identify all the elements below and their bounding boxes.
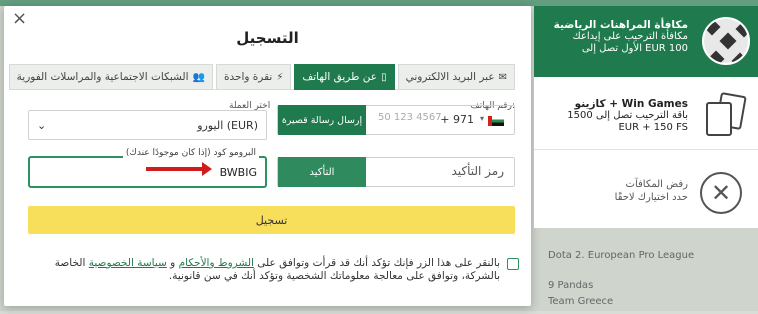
phone-icon: ▯ — [381, 71, 387, 83]
users-icon: 👥 — [192, 71, 205, 83]
decline-bonus-option[interactable]: رفض المكافآت حدد اختيارك لاحقًا ✕ — [534, 158, 758, 224]
sport-bonus-title: مكافأة المراهنات الرياضية — [553, 19, 688, 31]
decline-bonus-title: رفض المكافآت — [625, 179, 688, 190]
uae-flag-icon[interactable] — [488, 116, 504, 126]
email-icon: ✉ — [498, 71, 507, 83]
tab-one-click-label: نقرة واحدة — [223, 71, 273, 83]
casino-bonus-option[interactable]: كازينو + Win Games باقة الترحيب تصل إلى … — [534, 84, 758, 150]
chevron-down-icon[interactable]: ▾ — [480, 114, 484, 123]
registration-tabs: عبر البريد الالكتروني ✉ عن طريق الهاتف ▯… — [8, 64, 515, 90]
register-button[interactable]: تسجيل — [28, 206, 515, 234]
phone-input[interactable]: 50 123 4567 — [378, 112, 470, 123]
close-circle-icon[interactable]: ✕ — [700, 172, 742, 214]
promo-code-value: BWBIG — [219, 166, 257, 179]
casino-bonus-line1: باقة الترحيب تصل إلى 1500 — [567, 110, 688, 121]
sport-bonus-option[interactable]: مكافأة المراهنات الرياضية مكافأة الترحيب… — [534, 6, 758, 77]
background-row: Dota 2. European Pro League — [548, 250, 695, 261]
promo-code-label: البرومو كود (إذا كان موجودًا عندك) — [122, 148, 259, 158]
casino-bonus-line2: EUR + 150 FS — [618, 122, 688, 133]
terms-prefix: بالنقر على هذا الزر فإنك تؤكد أنك قد قرأ… — [257, 257, 500, 269]
promo-code-field[interactable]: البرومو كود (إذا كان موجودًا عندك) BWBIG — [28, 148, 267, 188]
soccer-ball-icon — [702, 17, 750, 65]
currency-select[interactable]: ⌄ اليورو (EUR) — [28, 110, 267, 140]
lightning-icon: ⚡ — [276, 71, 284, 83]
registration-modal: × التسجيل عبر البريد الالكتروني ✉ عن طري… — [4, 6, 531, 306]
terms-text: بالنقر على هذا الزر فإنك تؤكد أنك قد قرأ… — [40, 257, 500, 283]
sport-bonus-text: مكافأة المراهنات الرياضية مكافأة الترحيب… — [538, 19, 688, 55]
tab-phone-label: عن طريق الهاتف — [302, 71, 378, 83]
cards-dice-icon — [706, 92, 747, 138]
tab-phone[interactable]: عن طريق الهاتف ▯ — [294, 64, 395, 90]
tab-email-label: عبر البريد الالكتروني — [405, 71, 495, 83]
modal-title: التسجيل — [236, 29, 299, 47]
red-arrow-annotation — [146, 162, 212, 176]
terms-checkbox[interactable] — [507, 258, 519, 270]
close-icon[interactable]: × — [12, 10, 27, 28]
background-row: Team Greece — [548, 296, 614, 307]
casino-bonus-text: كازينو + Win Games باقة الترحيب تصل إلى … — [538, 98, 688, 134]
send-sms-button[interactable]: إرسال رسالة قصيرة — [278, 105, 366, 135]
tab-social-label: الشبكات الاجتماعية والمراسلات الفورية — [16, 71, 189, 83]
sport-bonus-line2: الأول تصل إلى EUR 100 — [581, 43, 688, 54]
terms-and: و — [170, 257, 176, 269]
terms-link[interactable]: الشروط والأحكام — [179, 257, 254, 269]
tab-email[interactable]: عبر البريد الالكتروني ✉ — [397, 64, 515, 90]
bonus-panel: مكافأة المراهنات الرياضية مكافأة الترحيب… — [534, 6, 758, 228]
decline-bonus-text: رفض المكافآت حدد اختيارك لاحقًا — [538, 178, 688, 204]
tab-one-click[interactable]: نقرة واحدة ⚡ — [215, 64, 292, 90]
casino-bonus-title: كازينو + Win Games — [574, 98, 688, 110]
chevron-down-icon: ⌄ — [37, 118, 47, 132]
privacy-link[interactable]: سياسة الخصوصية — [89, 257, 167, 269]
currency-value: اليورو (EUR) — [197, 118, 258, 132]
sport-bonus-line1: مكافأة الترحيب على إيداعك — [572, 31, 688, 42]
confirm-button[interactable]: التأكيد — [278, 157, 366, 187]
decline-bonus-subtitle: حدد اختيارك لاحقًا — [614, 192, 688, 203]
tab-social[interactable]: الشبكات الاجتماعية والمراسلات الفورية 👥 — [8, 64, 213, 90]
